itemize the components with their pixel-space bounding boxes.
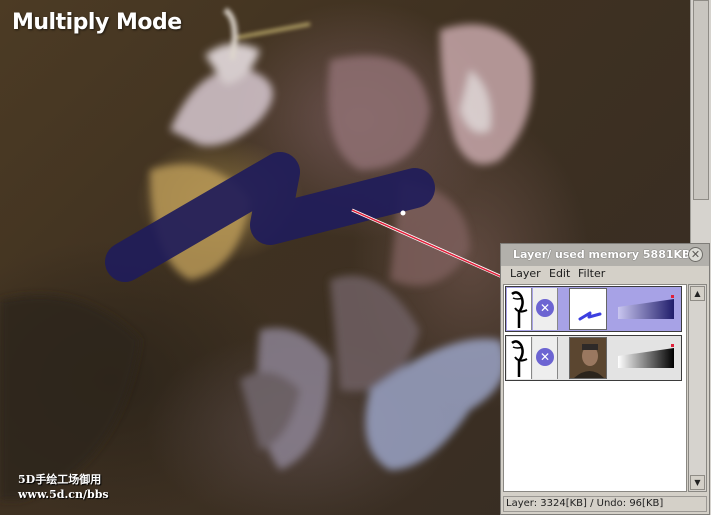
- watermark: 5D手绘工场御用 www.5d.cn/bbs: [18, 472, 109, 502]
- opacity-marker[interactable]: [671, 295, 674, 298]
- scroll-up-icon[interactable]: ▲: [690, 286, 705, 301]
- layer-delete-cell: ✕: [533, 337, 558, 379]
- layer-thumbnail[interactable]: [569, 288, 607, 330]
- layer-opacity-gradient[interactable]: [618, 295, 674, 321]
- menu-filter[interactable]: Filter: [578, 267, 605, 280]
- watermark-line1: 5D手绘工场御用: [18, 473, 102, 486]
- layer-panel: Layer/ used memory 5881KB ✕ Layer Edit F…: [500, 243, 710, 515]
- menu-layer[interactable]: Layer: [510, 267, 541, 280]
- watermark-line2: www.5d.cn/bbs: [18, 488, 109, 501]
- close-icon[interactable]: ✕: [688, 247, 703, 262]
- layer-row-1[interactable]: ✕: [505, 286, 682, 332]
- layer-row-2[interactable]: ✕: [505, 335, 682, 381]
- layer-thumbnail[interactable]: [569, 337, 607, 379]
- layer-list-scrollbar[interactable]: ▲ ▼: [688, 284, 707, 492]
- main-scroll-thumb[interactable]: [693, 0, 709, 200]
- scroll-down-icon[interactable]: ▼: [690, 475, 705, 490]
- eye-icon[interactable]: [507, 288, 532, 330]
- layer-list: ✕ ✕: [503, 284, 687, 492]
- eye-icon[interactable]: [507, 337, 532, 379]
- layer-panel-menubar: Layer Edit Filter: [501, 266, 709, 283]
- memory-status: Layer: 3324[KB] / Undo: 96[KB]: [503, 496, 707, 512]
- layer-panel-title: Layer/ used memory 5881KB: [513, 248, 691, 261]
- brush-cursor: [400, 210, 406, 216]
- layer-opacity-gradient[interactable]: [618, 344, 674, 370]
- delete-icon[interactable]: ✕: [536, 299, 554, 317]
- mode-title: Multiply Mode: [12, 10, 182, 35]
- opacity-marker[interactable]: [671, 344, 674, 347]
- delete-icon[interactable]: ✕: [536, 348, 554, 366]
- layer-delete-cell: ✕: [533, 288, 558, 330]
- menu-edit[interactable]: Edit: [549, 267, 570, 280]
- layer-panel-titlebar[interactable]: Layer/ used memory 5881KB ✕: [501, 244, 709, 267]
